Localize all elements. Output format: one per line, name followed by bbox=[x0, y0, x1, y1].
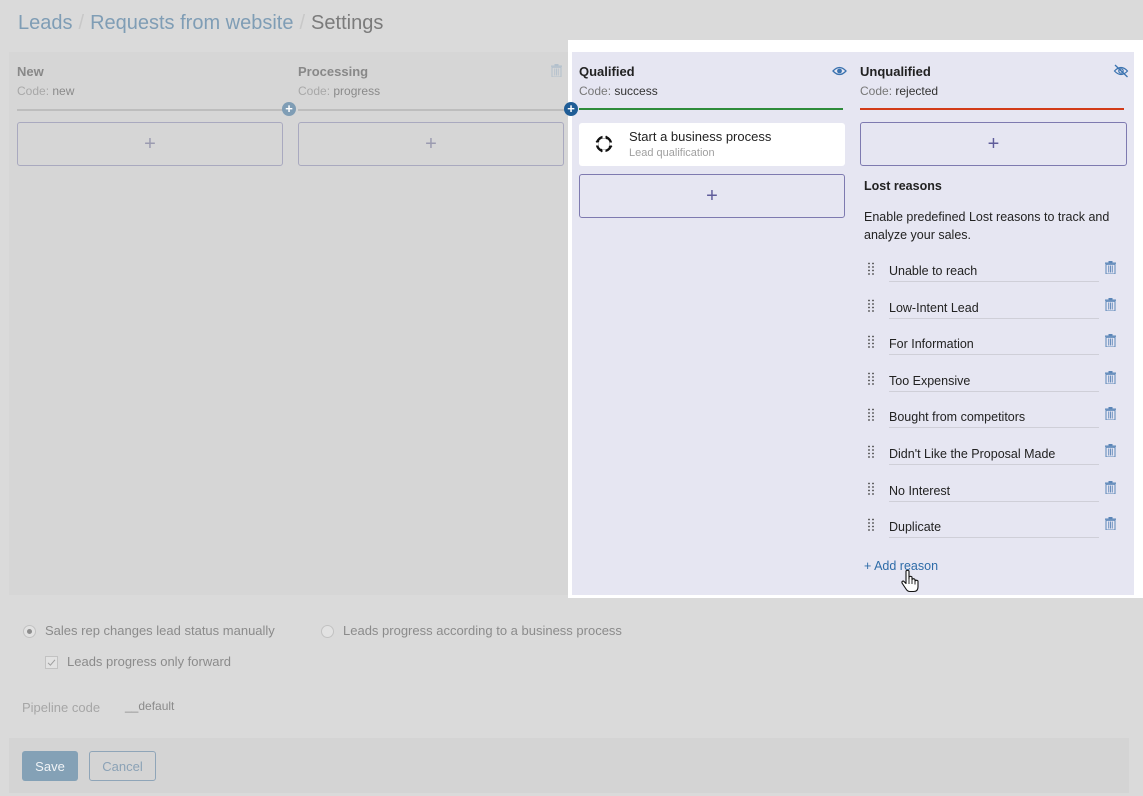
add-stage-button[interactable]: + bbox=[282, 102, 296, 116]
trash-icon[interactable] bbox=[1105, 481, 1116, 494]
stage-code-label: Code: bbox=[860, 84, 893, 98]
stage-title[interactable]: New bbox=[17, 64, 44, 79]
add-automation-button[interactable]: + bbox=[860, 122, 1127, 166]
lost-reason-input[interactable] bbox=[889, 406, 1099, 428]
stage-code: Code: progress bbox=[298, 84, 380, 98]
lost-reason-row bbox=[864, 297, 1124, 321]
trash-icon[interactable] bbox=[1105, 407, 1116, 420]
eye-icon[interactable] bbox=[832, 65, 847, 77]
stage-code-label: Code: bbox=[579, 84, 612, 98]
radio-manual[interactable] bbox=[23, 625, 36, 638]
lost-reason-input[interactable] bbox=[889, 516, 1099, 538]
stage-divider bbox=[17, 109, 283, 111]
trash-icon[interactable] bbox=[1105, 517, 1116, 530]
drag-handle-icon[interactable] bbox=[867, 408, 875, 422]
lost-reason-input[interactable] bbox=[889, 443, 1099, 465]
trash-icon[interactable] bbox=[1105, 444, 1116, 457]
cancel-button[interactable]: Cancel bbox=[89, 751, 156, 781]
lost-reasons-description: Enable predefined Lost reasons to track … bbox=[864, 210, 1110, 242]
lost-reasons-title: Lost reasons bbox=[864, 179, 942, 193]
business-process-icon bbox=[595, 135, 613, 153]
stage-title[interactable]: Qualified bbox=[579, 64, 635, 79]
lost-reason-row bbox=[864, 480, 1124, 504]
lost-reason-row bbox=[864, 406, 1124, 430]
stage-divider-rejected bbox=[860, 108, 1124, 110]
lost-reason-input[interactable] bbox=[889, 260, 1099, 282]
save-button[interactable]: Save bbox=[22, 751, 78, 781]
stage-code-value: success bbox=[614, 84, 658, 98]
lost-reason-row bbox=[864, 333, 1124, 357]
stage-code: Code: new bbox=[17, 84, 74, 98]
lost-reason-input[interactable] bbox=[889, 333, 1099, 355]
stage-code-value: new bbox=[52, 84, 75, 98]
radio-business-process[interactable] bbox=[321, 625, 334, 638]
stage-code: Code: rejected bbox=[860, 84, 938, 98]
breadcrumb-separator: / bbox=[299, 12, 306, 34]
stage-code-value: rejected bbox=[895, 84, 939, 98]
trash-icon[interactable] bbox=[1105, 371, 1116, 384]
checkmark-icon bbox=[47, 659, 56, 666]
eye-hidden-icon[interactable] bbox=[1113, 64, 1129, 78]
add-automation-button[interactable]: + bbox=[17, 122, 283, 166]
drag-handle-icon[interactable] bbox=[867, 262, 875, 276]
stage-code-label: Code: bbox=[17, 84, 50, 98]
add-automation-button[interactable]: + bbox=[579, 174, 845, 218]
radio-manual-label[interactable]: Sales rep changes lead status manually bbox=[45, 623, 275, 638]
stage-divider bbox=[298, 109, 564, 111]
pipeline-code-value[interactable]: __default bbox=[125, 699, 174, 713]
drag-handle-icon[interactable] bbox=[867, 518, 875, 532]
add-stage-button[interactable]: + bbox=[564, 102, 578, 116]
stage-code-label: Code: bbox=[298, 84, 331, 98]
checkbox-forward-only[interactable] bbox=[45, 656, 58, 669]
footer-bar bbox=[9, 738, 1129, 793]
radio-business-process-label[interactable]: Leads progress according to a business p… bbox=[343, 623, 622, 638]
lost-reason-row bbox=[864, 370, 1124, 394]
business-process-card[interactable]: Start a business process Lead qualificat… bbox=[579, 123, 845, 166]
breadcrumb-leads[interactable]: Leads bbox=[18, 12, 73, 34]
breadcrumb-current: Settings bbox=[311, 12, 384, 34]
hand-cursor-icon bbox=[901, 569, 919, 593]
trash-icon[interactable] bbox=[551, 64, 562, 77]
lost-reason-input[interactable] bbox=[889, 480, 1099, 502]
lost-reason-input[interactable] bbox=[889, 370, 1099, 392]
stage-code-value: progress bbox=[333, 84, 381, 98]
drag-handle-icon[interactable] bbox=[867, 482, 875, 496]
business-process-subtitle: Lead qualification bbox=[629, 147, 715, 159]
lost-reason-row bbox=[864, 516, 1124, 540]
stage-divider-success bbox=[579, 108, 843, 110]
trash-icon[interactable] bbox=[1105, 298, 1116, 311]
checkbox-forward-only-label[interactable]: Leads progress only forward bbox=[67, 654, 231, 669]
drag-handle-icon[interactable] bbox=[867, 445, 875, 459]
breadcrumb-separator: / bbox=[78, 12, 85, 34]
drag-handle-icon[interactable] bbox=[867, 299, 875, 313]
lost-reason-input[interactable] bbox=[889, 297, 1099, 319]
pipeline-code-label: Pipeline code bbox=[22, 700, 101, 715]
lost-reason-row bbox=[864, 260, 1124, 284]
business-process-title: Start a business process bbox=[629, 129, 772, 144]
trash-icon[interactable] bbox=[1105, 334, 1116, 347]
lost-reason-row bbox=[864, 443, 1124, 467]
stage-title[interactable]: Unqualified bbox=[860, 64, 931, 79]
drag-handle-icon[interactable] bbox=[867, 372, 875, 386]
breadcrumb-requests-from-website[interactable]: Requests from website bbox=[90, 12, 293, 34]
stage-title[interactable]: Processing bbox=[298, 64, 368, 79]
stage-code: Code: success bbox=[579, 84, 658, 98]
breadcrumb: Leads / Requests from website / Settings bbox=[18, 11, 383, 35]
trash-icon[interactable] bbox=[1105, 261, 1116, 274]
drag-handle-icon[interactable] bbox=[867, 335, 875, 349]
add-automation-button[interactable]: + bbox=[298, 122, 564, 166]
